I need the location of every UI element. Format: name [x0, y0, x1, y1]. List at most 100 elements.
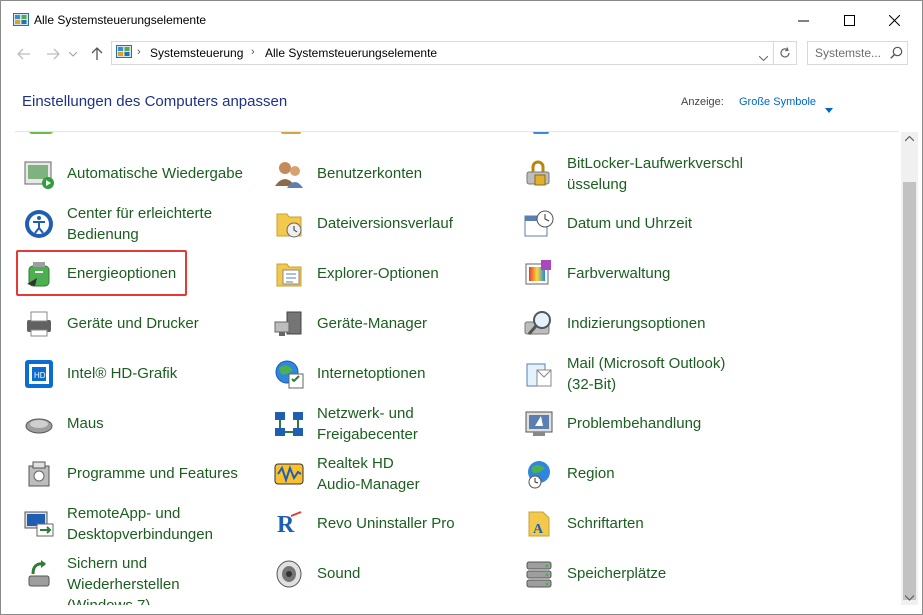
partial-item-icon: [29, 132, 53, 134]
control-panel-item-file-history[interactable]: Dateiversionsverlauf: [267, 201, 512, 247]
caret-down-icon[interactable]: [825, 100, 833, 118]
highlight-box-energieoptionen: [16, 250, 187, 296]
item-label-line: Freigabecenter: [317, 426, 418, 443]
item-label-line: Desktopverbindungen: [67, 526, 213, 543]
refresh-button[interactable]: [773, 42, 796, 64]
sound-icon: [276, 560, 302, 588]
item-label: Automatische Wiedergabe: [67, 165, 243, 182]
user-accounts-icon: [275, 162, 303, 188]
backup-restore-icon: [28, 560, 50, 587]
svg-text:A: A: [533, 522, 544, 537]
navigation-bar: › Systemsteuerung › Alle Systemsteuerung…: [1, 39, 922, 69]
date-time-icon: [524, 210, 554, 237]
control-panel-item-user-accounts[interactable]: Benutzerkonten: [267, 151, 512, 197]
control-panel-item-device-manager[interactable]: Geräte-Manager: [267, 301, 512, 347]
minimize-icon: [797, 20, 809, 21]
control-panel-item-revo-uninstaller[interactable]: R Revo Uninstaller Pro: [267, 501, 512, 547]
item-label: Dateiversionsverlauf: [317, 215, 453, 232]
control-panel-item-color-management[interactable]: Farbverwaltung: [517, 251, 762, 297]
item-label-line: RemoteApp- und: [67, 505, 181, 522]
control-panel-item-network-sharing[interactable]: Netzwerk- und Freigabecenter: [267, 401, 512, 447]
explorer-options-icon: [276, 263, 302, 287]
chevron-down-icon: [758, 55, 769, 62]
item-label-line: Center für erleichterte: [67, 205, 213, 222]
item-label: Intel® HD-Grafik: [67, 365, 178, 382]
control-panel-item-indexing[interactable]: Indizierungsoptionen: [517, 301, 762, 347]
back-button[interactable]: [15, 45, 33, 63]
maximize-button[interactable]: [826, 1, 872, 39]
control-panel-item-bitlocker[interactable]: BitLocker-Laufwerkverschl üsselung: [517, 151, 762, 197]
item-label-line: BitLocker-Laufwerkverschl: [567, 155, 743, 172]
chevron-down-icon: [69, 51, 77, 57]
item-label: Speicherplätze: [567, 565, 667, 582]
item-label: Geräte-Manager: [317, 315, 428, 332]
item-label-line: (Windows 7): [67, 597, 150, 605]
scrollbar-thumb[interactable]: [903, 182, 916, 600]
control-panel-item-mouse[interactable]: Maus: [17, 401, 262, 447]
storage-spaces-icon: [526, 561, 552, 588]
control-panel-item-remoteapp[interactable]: RemoteApp- und Desktopverbindungen: [17, 501, 262, 547]
troubleshooting-icon: [525, 411, 553, 436]
view-by-label: Anzeige:: [681, 96, 724, 108]
up-button[interactable]: [88, 45, 106, 63]
forward-button[interactable]: [44, 45, 62, 63]
partial-item-icon: [533, 132, 549, 134]
close-button[interactable]: [871, 1, 917, 39]
region-icon: [528, 461, 550, 489]
item-label-line: Bedienung: [67, 226, 139, 243]
control-panel-item-date-time[interactable]: Datum und Uhrzeit: [517, 201, 762, 247]
ease-of-access-icon: [25, 210, 53, 238]
devices-printers-icon: [27, 311, 51, 337]
control-panel-item-region[interactable]: Region: [517, 451, 762, 497]
search-icon[interactable]: [890, 46, 903, 64]
control-panel-item-mail[interactable]: Mail (Microsoft Outlook) (32-Bit): [517, 351, 762, 397]
control-panel-item-autoplay[interactable]: Automatische Wiedergabe: [17, 151, 262, 197]
control-panel-item-devices-printers[interactable]: Geräte und Drucker: [17, 301, 262, 347]
internet-options-icon: [275, 360, 304, 389]
page-title: Einstellungen des Computers anpassen: [22, 93, 288, 110]
item-label-line: Sichern und: [67, 555, 148, 572]
control-panel-item-backup-restore[interactable]: Sichern und Wiederherstellen (Windows 7): [17, 551, 262, 605]
minimize-button[interactable]: [780, 1, 826, 39]
search-input[interactable]: Systemste...: [807, 41, 908, 65]
control-panel-item-realtek-audio[interactable]: Realtek HD Audio-Manager: [267, 451, 512, 497]
control-panel-item-fonts[interactable]: A Schriftarten: [517, 501, 762, 547]
item-label: Datum und Uhrzeit: [567, 215, 693, 232]
color-management-icon: [525, 260, 551, 285]
search-placeholder: Systemste...: [815, 46, 882, 60]
recent-locations-button[interactable]: [67, 45, 79, 63]
breadcrumb-alle-elemente[interactable]: Alle Systemsteuerungselemente: [265, 46, 437, 60]
breadcrumb-systemsteuerung[interactable]: Systemsteuerung: [150, 46, 243, 60]
arrow-left-icon: [17, 48, 30, 60]
autoplay-icon: [24, 161, 54, 189]
programs-features-icon: [28, 461, 50, 487]
address-dropdown-button[interactable]: [758, 48, 769, 66]
fonts-icon: A: [528, 511, 550, 537]
control-panel-item-intel-graphics[interactable]: HD Intel® HD-Grafik: [17, 351, 262, 397]
control-panel-item-storage-spaces[interactable]: Speicherplätze: [517, 551, 762, 597]
intel-graphics-icon: HD: [25, 360, 53, 388]
network-sharing-icon: [275, 412, 303, 436]
view-by-dropdown[interactable]: Große Symbole: [739, 96, 816, 108]
item-label: Geräte und Drucker: [67, 315, 199, 332]
item-label-line: Mail (Microsoft Outlook): [567, 355, 726, 372]
control-panel-item-ease-of-access[interactable]: Center für erleichterte Bedienung: [17, 201, 262, 247]
item-label: Netzwerk- und Freigabecenter: [317, 403, 418, 445]
item-label-line: Audio-Manager: [317, 476, 420, 493]
bitlocker-icon: [526, 160, 550, 186]
control-panel-item-troubleshooting[interactable]: Problembehandlung: [517, 401, 762, 447]
breadcrumb-separator-icon: ›: [251, 46, 255, 58]
item-label-line: Realtek HD: [317, 455, 394, 472]
control-panel-item-sound[interactable]: Sound: [267, 551, 512, 597]
window-title: Alle Systemsteuerungselemente: [34, 13, 207, 27]
device-manager-icon: [274, 311, 302, 336]
control-panel-item-explorer-options[interactable]: Explorer-Optionen: [267, 251, 512, 297]
svg-text:HD: HD: [34, 371, 46, 380]
title-bar: Alle Systemsteuerungselemente: [1, 1, 922, 39]
address-bar[interactable]: › Systemsteuerung › Alle Systemsteuerung…: [111, 41, 797, 65]
vertical-scrollbar[interactable]: [901, 132, 918, 605]
control-panel-item-internet-options[interactable]: Internetoptionen: [267, 351, 512, 397]
realtek-audio-icon: [274, 463, 304, 485]
control-panel-item-programs-features[interactable]: Programme und Features: [17, 451, 262, 497]
mail-icon: [526, 363, 552, 387]
